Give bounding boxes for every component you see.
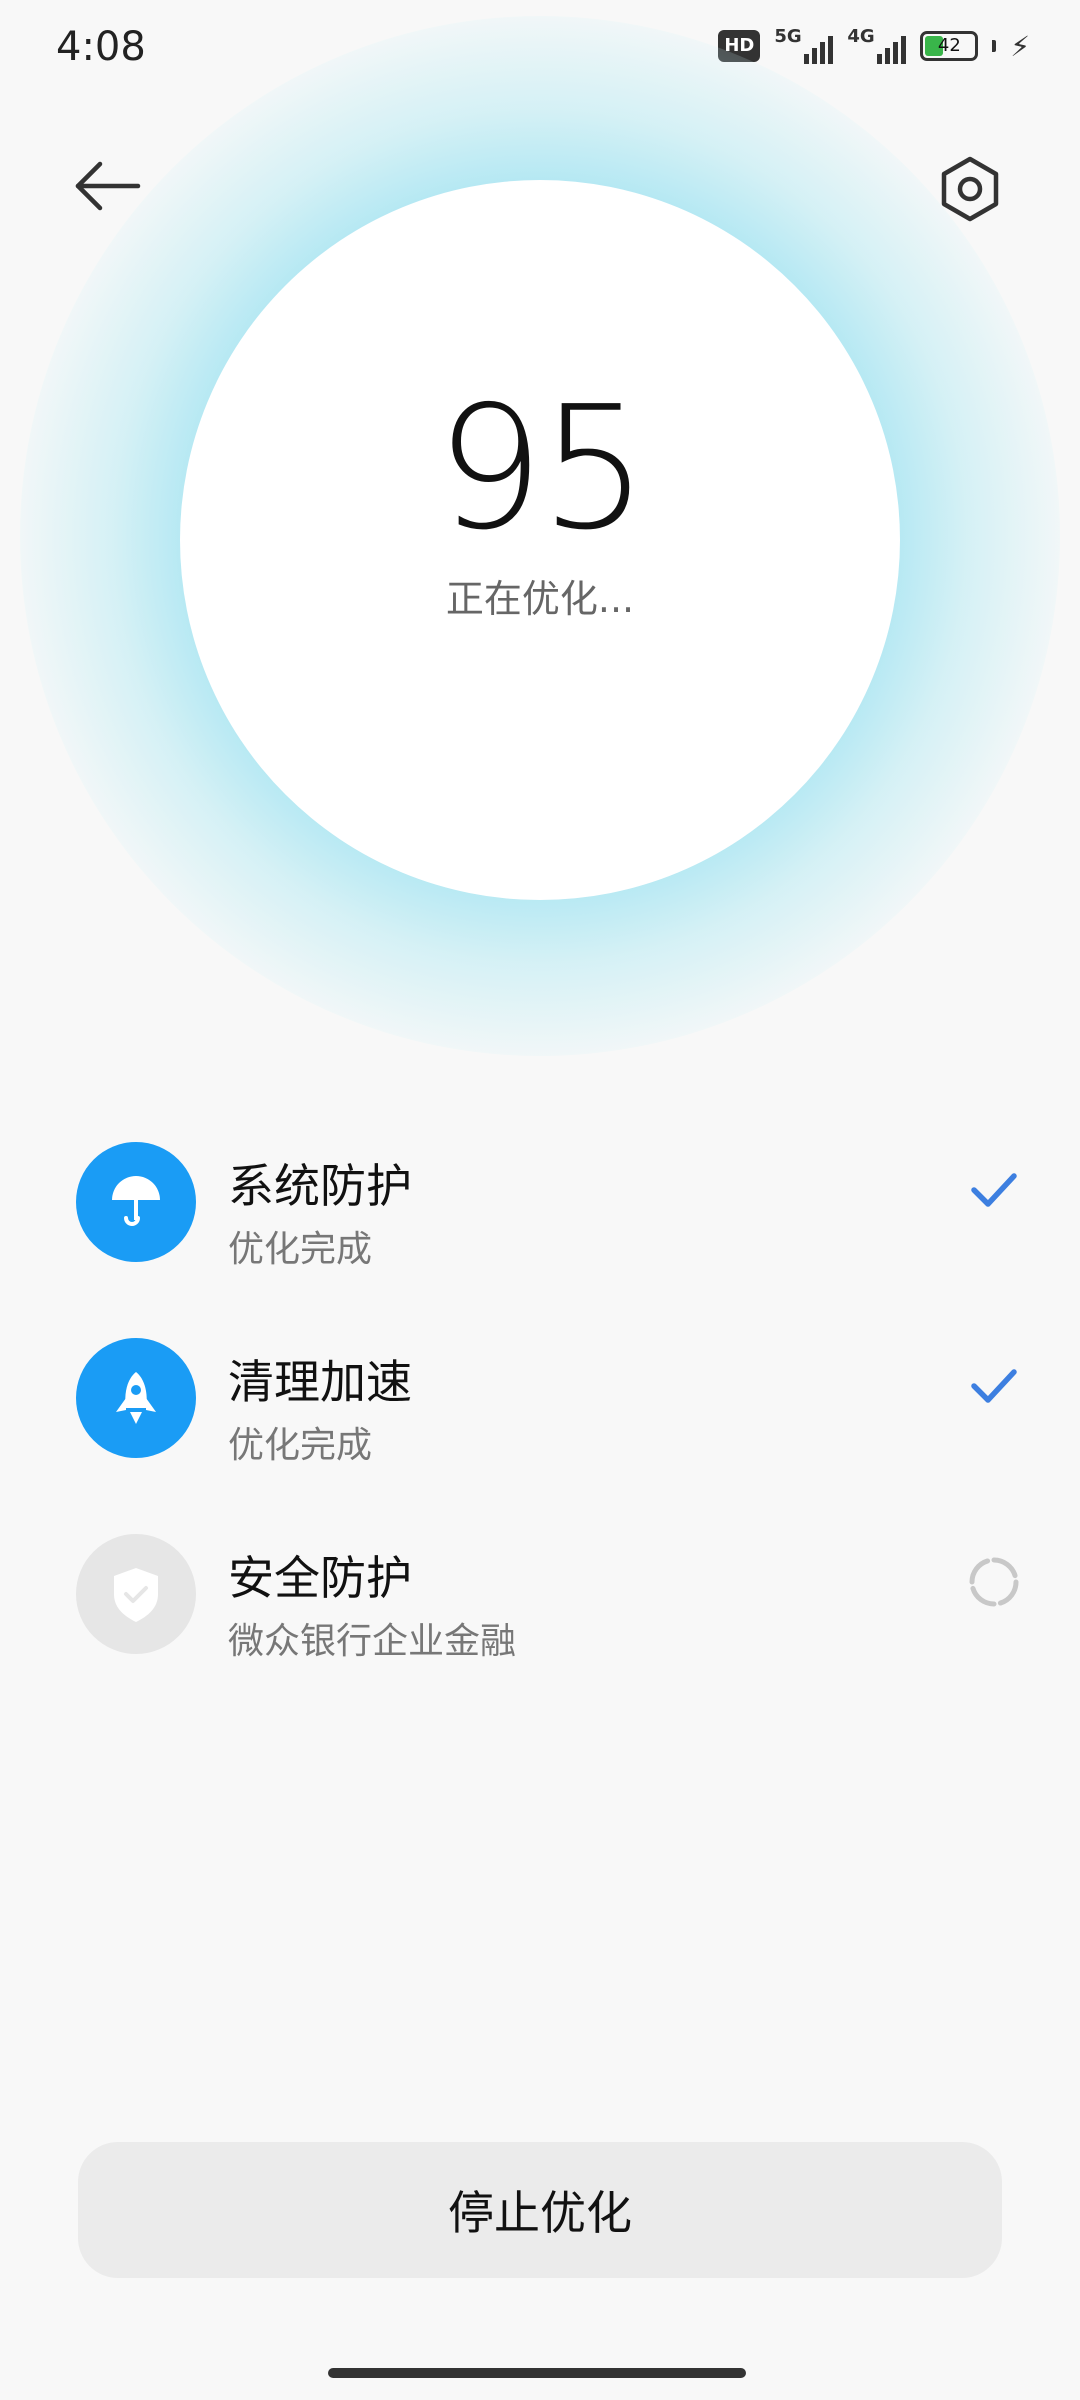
- task-icon-circle: [76, 1338, 196, 1458]
- task-title: 安全防护: [228, 1551, 412, 1605]
- task-system-protection: 系统防护 优化完成: [0, 1142, 1080, 1282]
- loading-spinner-icon: [969, 1557, 1019, 1607]
- score-value: 95: [435, 370, 648, 568]
- task-security-protection: 安全防护 微众银行企业金融: [0, 1534, 1080, 1674]
- settings-button[interactable]: [930, 150, 1010, 230]
- back-button[interactable]: [70, 150, 150, 230]
- checkmark-icon: [971, 1173, 1017, 1207]
- umbrella-icon: [112, 1176, 160, 1226]
- task-subtitle: 优化完成: [228, 1425, 373, 1466]
- status-icons: HD 5G 4G 42 ⚡: [718, 26, 1030, 64]
- battery-icon: 42: [920, 31, 979, 61]
- task-title: 清理加速: [228, 1355, 412, 1409]
- signal-4g-icon: 4G: [847, 26, 907, 64]
- battery-level: 42: [937, 35, 961, 56]
- shield-check-icon: [114, 1568, 158, 1622]
- stop-optimization-button[interactable]: 停止优化: [78, 2142, 1002, 2278]
- task-icon-circle: [76, 1142, 196, 1262]
- signal-bars: [877, 30, 907, 64]
- task-subtitle: 微众银行企业金融: [228, 1621, 517, 1662]
- task-clean-speedup: 清理加速 优化完成: [0, 1338, 1080, 1478]
- home-indicator[interactable]: [328, 2368, 746, 2378]
- signal-bars: [804, 30, 834, 64]
- rocket-icon: [116, 1372, 156, 1424]
- checkmark-icon: [971, 1369, 1017, 1403]
- signal-5g-icon: 5G: [774, 26, 834, 64]
- arrow-left-icon: [75, 161, 141, 211]
- charging-bolt-icon: ⚡: [1010, 29, 1030, 63]
- task-icon-circle: [76, 1534, 196, 1654]
- hexagon-gear-icon: [941, 156, 999, 222]
- task-title: 系统防护: [228, 1159, 412, 1213]
- score-status: 正在优化...: [445, 577, 635, 621]
- status-time: 4:08: [56, 24, 146, 70]
- task-subtitle: 优化完成: [228, 1229, 373, 1270]
- battery-tip: [992, 40, 997, 52]
